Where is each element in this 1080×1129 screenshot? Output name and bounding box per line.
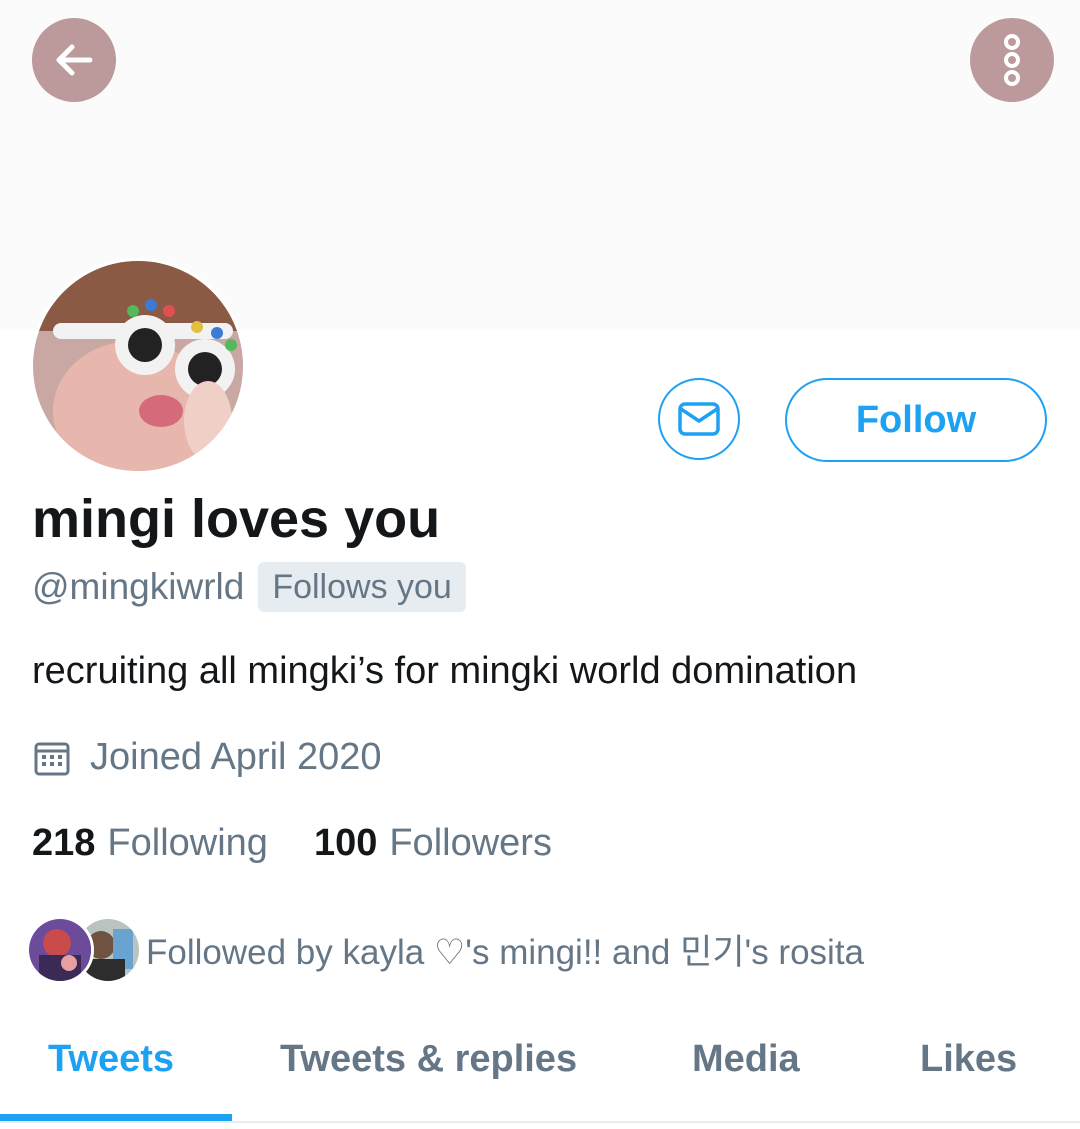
follower-avatar: [26, 916, 94, 984]
tab-likes[interactable]: Likes: [920, 1038, 1017, 1081]
calendar-icon: [34, 742, 70, 775]
tab-tweets-replies[interactable]: Tweets & replies: [280, 1038, 577, 1081]
followers-label: Followers: [389, 822, 552, 864]
follows-you-badge: Follows you: [258, 562, 466, 612]
followed-by-avatars: [26, 916, 142, 984]
following-count: 218: [32, 822, 96, 864]
avatar-image: [33, 261, 243, 471]
active-tab-indicator: [0, 1114, 232, 1121]
following-label: Following: [107, 822, 268, 864]
profile-tabs: Tweets Tweets & replies Media Likes: [0, 1010, 1080, 1122]
arrow-left-icon: [56, 44, 93, 76]
envelope-icon: [678, 402, 720, 436]
tabs-divider: [0, 1121, 1080, 1123]
profile-bio: recruiting all mingki’s for mingki world…: [32, 650, 858, 692]
more-vertical-icon: [1004, 34, 1020, 86]
joined-date-row: Joined April 2020: [34, 736, 382, 779]
profile-avatar[interactable]: [30, 258, 246, 474]
followed-by-text: Followed by kayla ♡'s mingi!! and 민기's r…: [146, 932, 865, 972]
followers-stat[interactable]: 100 Followers: [314, 822, 552, 865]
joined-date: Joined April 2020: [90, 736, 382, 778]
tab-tweets[interactable]: Tweets: [48, 1038, 174, 1081]
user-handle: @mingkiwrld: [32, 566, 245, 607]
tab-media[interactable]: Media: [692, 1038, 800, 1081]
back-button[interactable]: [32, 18, 116, 102]
handle-row: @mingkiwrld Follows you: [32, 562, 466, 612]
followers-count: 100: [313, 822, 378, 864]
following-stat[interactable]: 218 Following: [32, 822, 268, 865]
more-options-button[interactable]: [970, 18, 1054, 102]
follow-stats: 218 Following 100 Followers: [32, 822, 552, 865]
follow-button[interactable]: Follow: [785, 378, 1047, 462]
message-button[interactable]: [658, 378, 740, 460]
followed-by-row[interactable]: Followed by kayla ♡'s mingi!! and 민기's r…: [26, 916, 865, 984]
display-name: mingi loves you: [32, 489, 441, 549]
